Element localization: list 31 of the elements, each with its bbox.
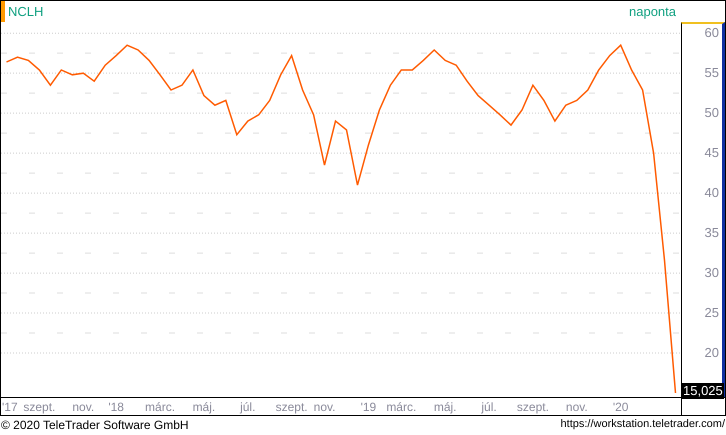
copyright-text: © 2020 TeleTrader Software GmbH — [1, 418, 189, 432]
y-axis-label: 40 — [704, 186, 719, 200]
y-axis-label: 50 — [704, 106, 719, 120]
symbol-marker — [1, 1, 5, 22]
x-axis-label: '17 — [2, 400, 18, 414]
y-axis-label: 55 — [704, 66, 719, 80]
x-axis-label: nov. — [72, 400, 94, 414]
x-axis-label: szept. — [276, 400, 308, 414]
x-axis-label: '18 — [108, 400, 124, 414]
x-axis-label: márc. — [145, 400, 176, 414]
y-axis-label: 20 — [704, 346, 719, 360]
symbol-label: NCLH — [8, 4, 44, 19]
y-axis-label: 45 — [704, 146, 719, 160]
x-axis-label: szept. — [516, 400, 549, 414]
x-axis-label: máj. — [434, 400, 457, 414]
y-axis-label: 35 — [704, 226, 719, 240]
x-axis-label: júl. — [240, 400, 256, 414]
x-axis-label: szept. — [23, 400, 56, 414]
last-price-badge: 15,025 — [682, 383, 724, 399]
y-axis-label: 60 — [704, 26, 719, 40]
x-axis-label: márc. — [386, 400, 416, 414]
x-axis-label: júl. — [481, 400, 497, 414]
website-link[interactable]: https://workstation.teletrader.com/ — [560, 418, 725, 432]
x-axis-label: '19 — [360, 400, 376, 414]
x-axis-label: máj. — [192, 400, 216, 414]
x-axis-label: nov. — [566, 400, 588, 414]
y-axis-label: 30 — [704, 266, 719, 280]
interval-label: naponta — [629, 4, 676, 19]
x-axis-label: nov. — [314, 400, 336, 414]
x-axis-label: '20 — [612, 400, 628, 414]
y-axis-label: 25 — [704, 306, 719, 320]
